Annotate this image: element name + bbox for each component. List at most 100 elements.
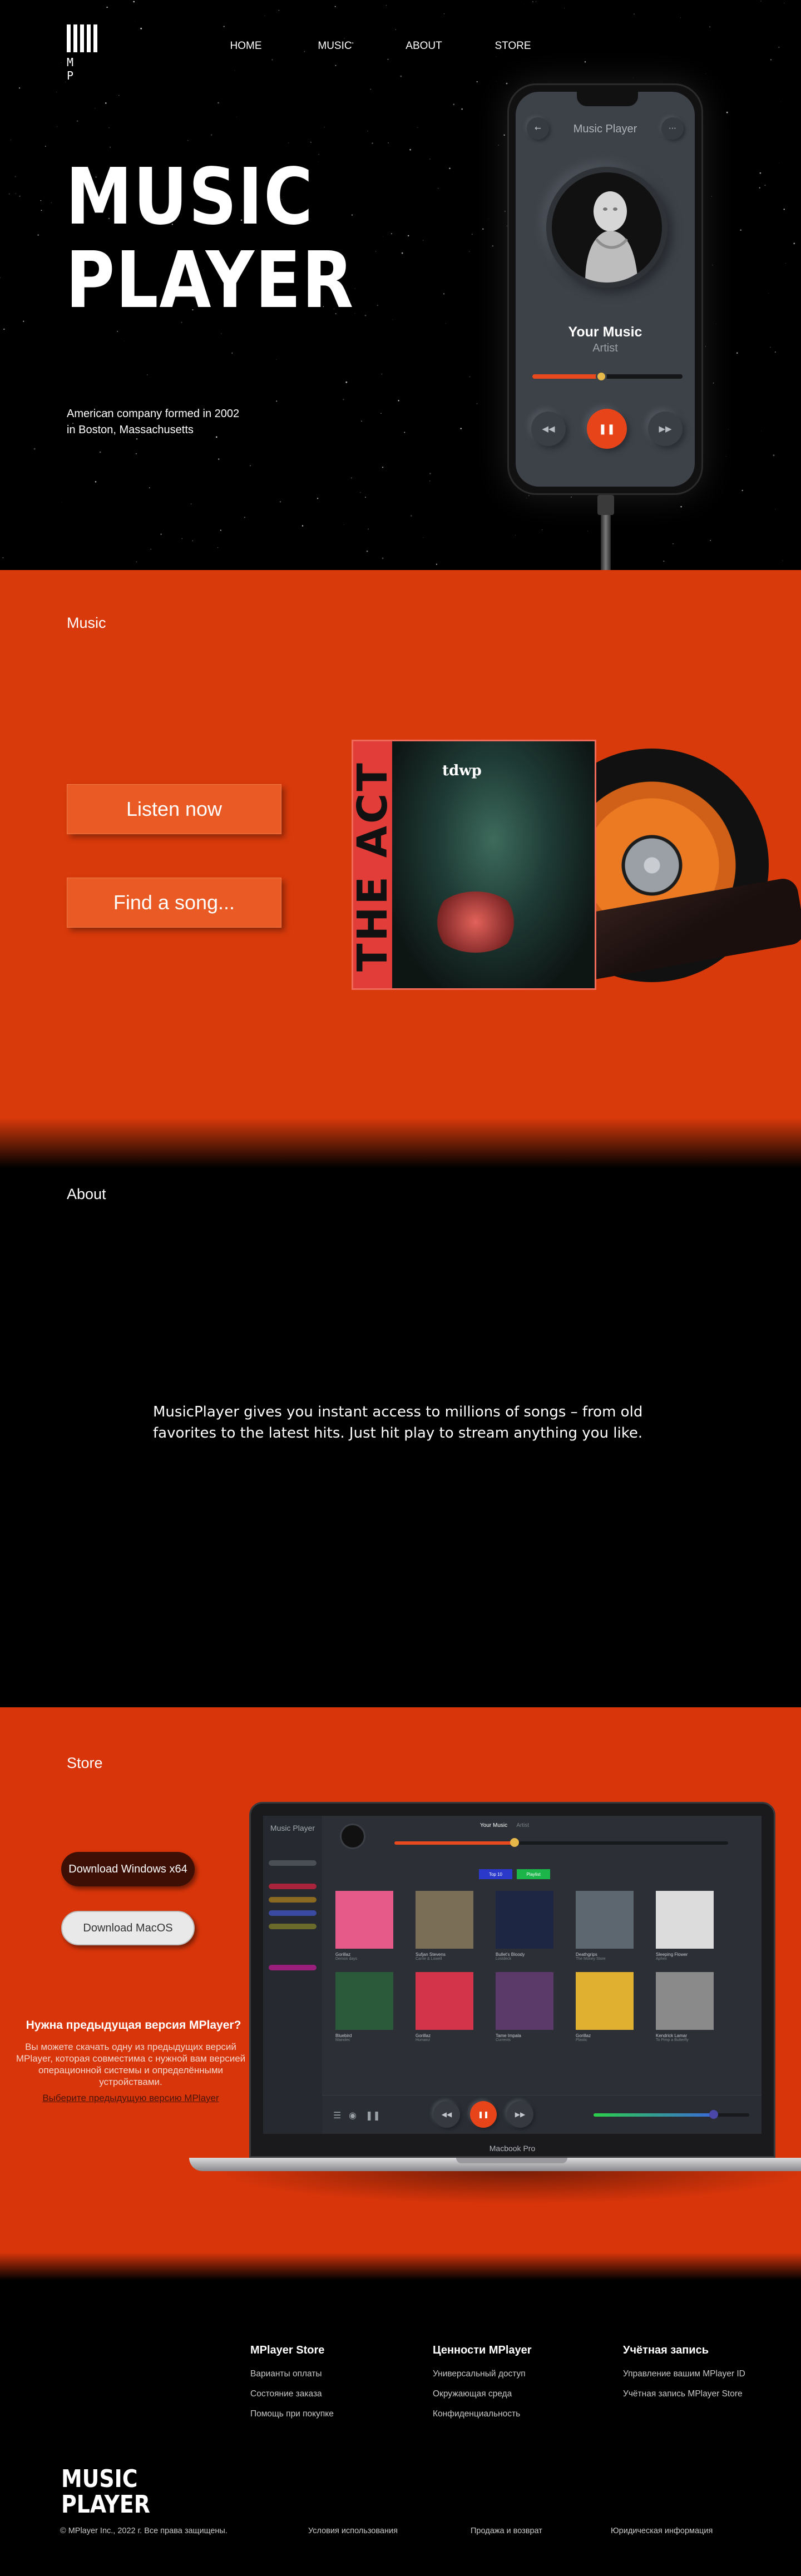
sidebar-item[interactable] — [269, 1924, 317, 1929]
nav-home[interactable]: HOME — [201, 40, 290, 52]
album-card-title: Bluebird — [335, 2033, 352, 2038]
previous-version-link[interactable]: Выберите предыдущую версию MPlayer — [8, 2093, 253, 2104]
star — [381, 373, 383, 375]
star — [793, 242, 795, 245]
site-logo[interactable]: M P — [67, 24, 98, 82]
chip-top10[interactable]: Top 10 — [479, 1869, 512, 1879]
album-card[interactable]: Kendrick Lamar To Pimp a Butterfly — [656, 1972, 714, 2042]
star — [360, 492, 361, 493]
star — [364, 314, 367, 316]
star — [476, 81, 478, 83]
star — [109, 146, 111, 148]
footer-link[interactable]: Состояние заказа — [250, 2389, 334, 2399]
album-card[interactable]: Deathgrips The Money Store — [576, 1891, 634, 1961]
footer-link[interactable]: Учётная запись MPlayer Store — [623, 2389, 745, 2399]
album-card-title: Tame Impala — [496, 2033, 521, 2038]
sidebar-item[interactable] — [269, 1910, 317, 1916]
star — [476, 403, 478, 404]
star — [345, 381, 348, 383]
nav-music[interactable]: MUSIC — [290, 40, 379, 52]
footer-terms-link[interactable]: Условия использования — [308, 2527, 398, 2535]
nav-about[interactable]: ABOUT — [379, 40, 468, 52]
laptop-volume-slider[interactable] — [594, 2110, 749, 2119]
star — [711, 196, 712, 197]
album-card[interactable]: Bluebird Maindec — [335, 1972, 393, 2042]
album-title: THE ACT — [353, 741, 397, 988]
footer-link[interactable]: Конфиденциальность — [433, 2409, 532, 2419]
sidebar-item[interactable] — [269, 1965, 317, 1970]
star — [279, 501, 281, 503]
pause-icon[interactable]: ❚❚ — [587, 409, 627, 449]
album-card[interactable]: Sufjan Stevens Carrie & Lowell — [416, 1891, 473, 1961]
footer-sales-link[interactable]: Продажа и возврат — [471, 2527, 542, 2535]
star — [741, 489, 743, 492]
star — [785, 263, 787, 264]
album-card[interactable]: Tame Impala Currents — [496, 1972, 553, 2042]
footer-link[interactable]: Окружающая среда — [433, 2389, 532, 2399]
footer-link[interactable]: Универсальный доступ — [433, 2369, 532, 2379]
sidebar-item[interactable] — [269, 1884, 317, 1889]
rewind-icon[interactable]: ◀◀ — [433, 2101, 460, 2128]
sidebar-item[interactable] — [269, 1860, 317, 1866]
music-section-label: Music — [67, 615, 106, 631]
footer-link[interactable]: Помощь при покупке — [250, 2409, 334, 2419]
star — [417, 127, 418, 128]
hero-subtitle: American company formed in 2002 in Bosto… — [67, 408, 240, 436]
laptop-model-label: Macbook Pro — [489, 2144, 536, 2153]
site-footer: MPlayer Store Варианты оплаты Состояние … — [0, 2280, 801, 2576]
star — [436, 563, 437, 565]
hero-section: M P HOME MUSIC ABOUT STORE MUSIC PLAYER … — [0, 0, 801, 570]
star — [488, 219, 489, 220]
star — [634, 13, 635, 15]
find-song-button[interactable]: Find a song... — [67, 878, 281, 928]
star — [710, 539, 711, 541]
globe-icon[interactable]: ◉ — [349, 2110, 357, 2121]
download-windows-button[interactable]: Download Windows x64 — [61, 1852, 195, 1886]
tab-artist[interactable]: Artist — [516, 1822, 529, 1829]
footer-legal-link[interactable]: Юридическая информация — [611, 2527, 713, 2535]
equalizer-icon[interactable]: ❚❚ — [365, 2110, 380, 2121]
phone-progress-bar[interactable] — [532, 371, 683, 382]
footer-link[interactable]: Варианты оплаты — [250, 2369, 334, 2379]
album-card[interactable]: Sleeping Flower Aphex — [656, 1891, 714, 1961]
nav-store[interactable]: STORE — [468, 40, 557, 52]
star — [44, 146, 46, 147]
star — [99, 451, 101, 453]
footer-link[interactable]: Управление вашим MPlayer ID — [623, 2369, 745, 2379]
pause-icon[interactable]: ❚❚ — [470, 2101, 497, 2128]
rewind-icon[interactable]: ◀◀ — [531, 412, 566, 446]
laptop-progress-bar[interactable] — [394, 1838, 728, 1847]
album-card[interactable]: Gorillaz Demon days — [335, 1891, 393, 1961]
menu-icon[interactable]: ⋯ — [661, 117, 684, 140]
star — [496, 56, 497, 57]
download-macos-button[interactable]: Download MacOS — [61, 1911, 195, 1945]
album-card-cover — [335, 1972, 393, 2030]
album-card[interactable]: Bullet's Bloody Lostdeck — [496, 1891, 553, 1961]
phone-artist-name: Artist — [592, 342, 618, 354]
album-card[interactable]: Gorillaz Humanz — [416, 1972, 473, 2042]
album-card-title: Gorillaz — [576, 2033, 591, 2038]
forward-icon[interactable]: ▶▶ — [507, 2101, 533, 2128]
album-card-cover — [576, 1972, 634, 2030]
chip-playlist[interactable]: Playlist — [517, 1869, 550, 1879]
album-card-artist: Carrie & Lowell — [416, 1957, 442, 1961]
about-text: MusicPlayer gives you instant access to … — [153, 1404, 643, 1441]
phone-progress-knob[interactable] — [596, 371, 607, 382]
album-card-artist: The Money Store — [576, 1957, 606, 1961]
hero-title-line2: PLAYER — [66, 235, 355, 326]
footer-logo[interactable]: MUSIC PLAYER — [61, 2466, 150, 2518]
star — [482, 228, 484, 230]
hero-title-line1: MUSIC — [66, 152, 314, 242]
album-card-artist: Lostdeck — [496, 1957, 512, 1961]
star — [3, 328, 5, 330]
list-icon[interactable]: ☰ — [333, 2110, 341, 2121]
sidebar-item[interactable] — [269, 1897, 317, 1903]
listen-now-button[interactable]: Listen now — [67, 784, 281, 834]
star — [469, 376, 471, 378]
star — [728, 429, 729, 430]
album-band-logo: tdwp — [442, 762, 482, 779]
album-card[interactable]: Gorillaz Plastic — [576, 1972, 634, 2042]
forward-icon[interactable]: ▶▶ — [648, 412, 683, 446]
tab-your-music[interactable]: Your Music — [480, 1822, 507, 1829]
laptop-now-playing-avatar — [340, 1824, 365, 1849]
